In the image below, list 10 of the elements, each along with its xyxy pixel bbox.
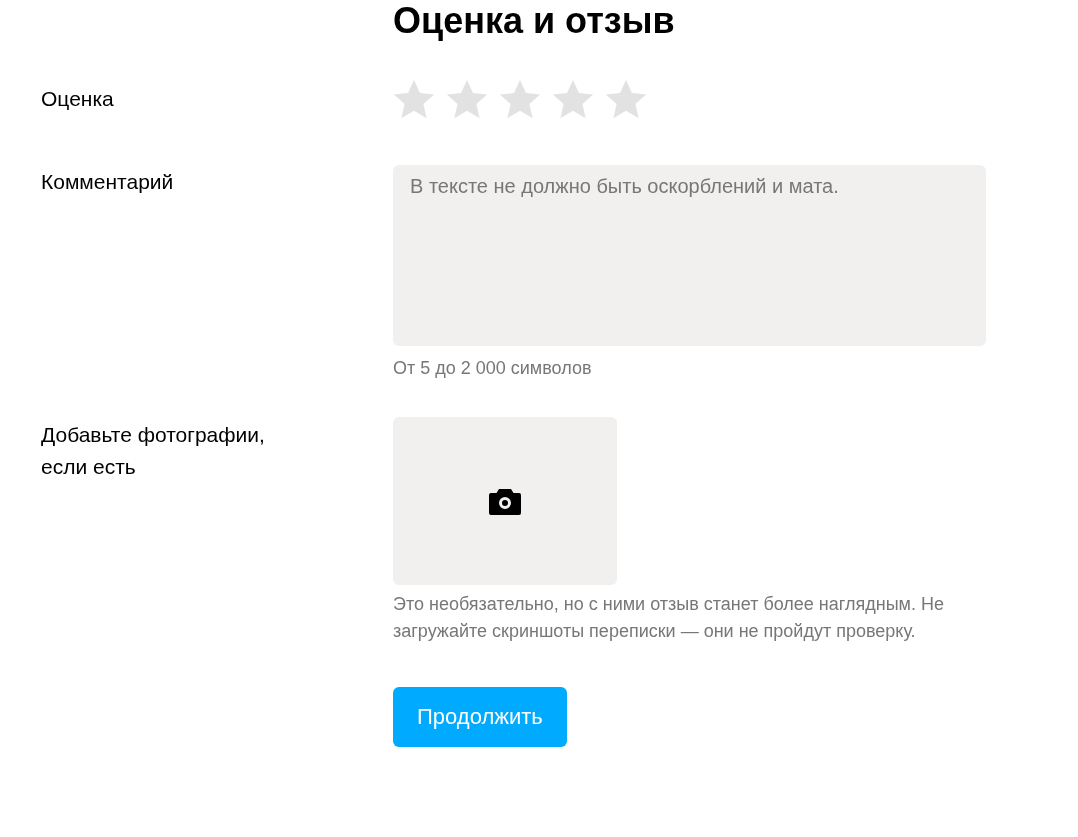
- comment-hint: От 5 до 2 000 символов: [393, 357, 593, 380]
- comment-field[interactable]: В тексте не должно быть оскорблений и мата.: [393, 165, 986, 346]
- continue-button[interactable]: Продолжить: [393, 687, 567, 747]
- photos-label: Добавьте фотографии, если есть: [41, 422, 266, 480]
- rating-label: Оценка: [41, 86, 115, 112]
- page-title: Оценка и отзыв: [392, 0, 676, 41]
- comment-label: Комментарий: [41, 169, 175, 195]
- photo-upload-button[interactable]: [393, 417, 617, 585]
- photos-hint: Это необязательно, но с ними отзыв станет более наглядным. Не загружайте скриншоты переписки — они не пройдут проверку.: [393, 593, 945, 643]
- camera-icon: [489, 487, 521, 515]
